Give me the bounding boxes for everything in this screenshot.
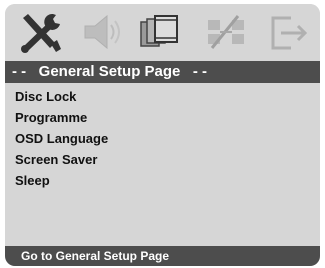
exit-icon[interactable] xyxy=(263,10,313,54)
page-title-bar: - - General Setup Page - - xyxy=(5,61,320,83)
menu-item-screen-saver[interactable]: Screen Saver xyxy=(15,150,97,170)
settings-icon-bar xyxy=(5,4,320,60)
tools-icon[interactable] xyxy=(15,10,65,54)
video-frames-icon[interactable] xyxy=(137,10,187,54)
grid-settings-icon[interactable] xyxy=(202,10,252,54)
menu-item-programme[interactable]: Programme xyxy=(15,108,87,128)
speaker-icon[interactable] xyxy=(77,10,127,54)
menu-item-sleep[interactable]: Sleep xyxy=(15,171,50,191)
menu-item-disc-lock[interactable]: Disc Lock xyxy=(15,87,76,107)
menu-item-osd-language[interactable]: OSD Language xyxy=(15,129,108,149)
status-bar: Go to General Setup Page xyxy=(5,246,320,266)
page-title: - - General Setup Page - - xyxy=(12,63,208,80)
setup-menu-panel: - - General Setup Page - - Disc Lock Pro… xyxy=(5,4,320,266)
status-text: Go to General Setup Page xyxy=(21,249,170,263)
